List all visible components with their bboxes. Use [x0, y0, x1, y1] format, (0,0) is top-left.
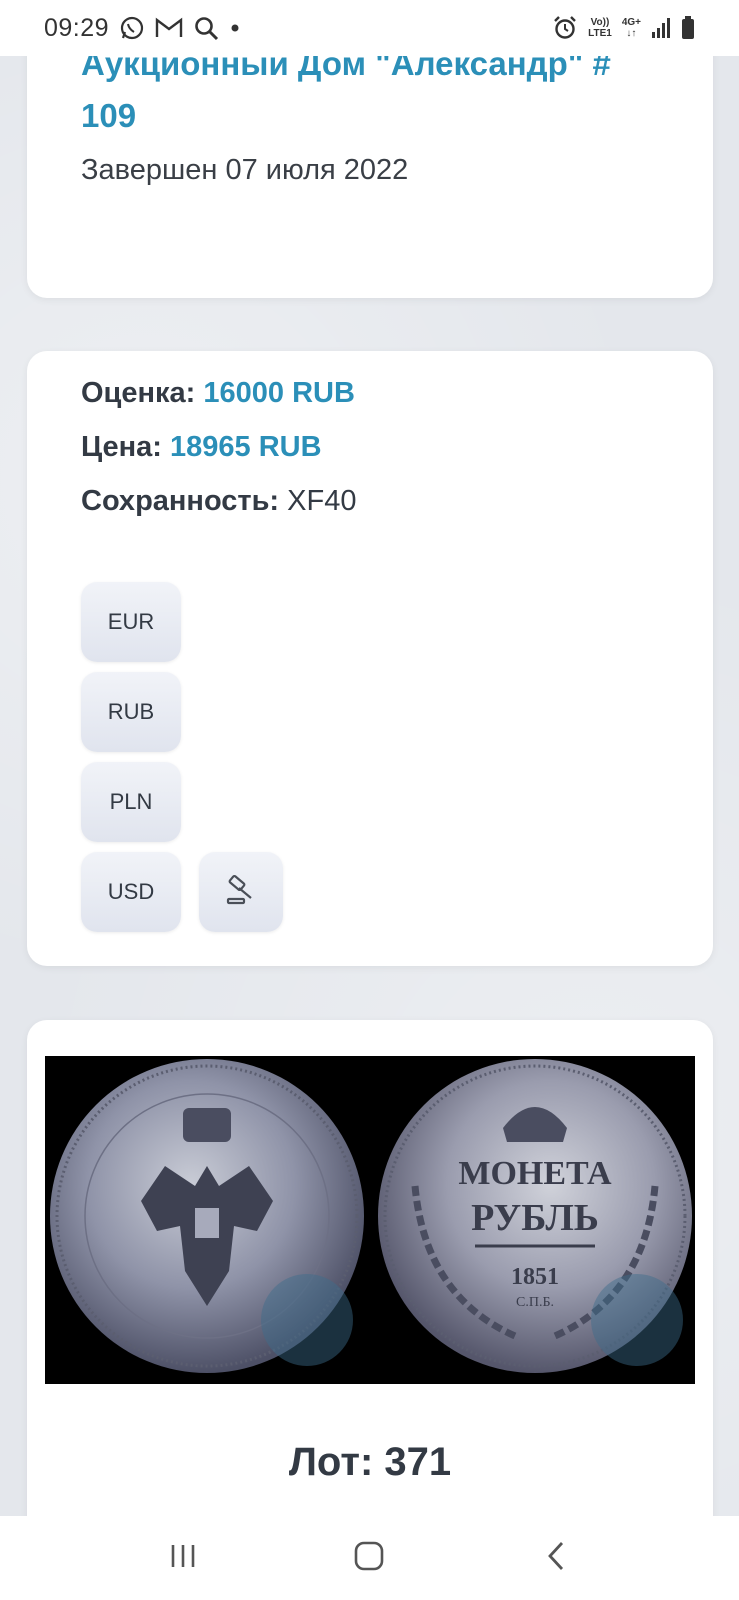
price-value: 18965 RUB: [170, 431, 322, 463]
estimate-value: 16000 RUB: [203, 377, 355, 409]
whatsapp-icon: [119, 15, 145, 41]
estimate-label: Оценка:: [81, 377, 196, 409]
estimate-line: Оценка: 16000 RUB: [81, 377, 355, 410]
dot-icon: [229, 22, 241, 34]
auction-gavel-button[interactable]: [199, 852, 283, 932]
signal-icon: [651, 17, 671, 39]
search-icon: [193, 15, 219, 41]
alarm-icon: [552, 15, 578, 41]
finished-date: Завершен 07 июля 2022: [81, 154, 409, 186]
battery-icon: [681, 16, 695, 40]
price-label: Цена:: [81, 431, 162, 463]
condition-line: Сохранность: XF40: [81, 485, 356, 518]
back-icon: [545, 1540, 567, 1577]
currency-button-rub[interactable]: RUB: [81, 672, 181, 752]
lot-card: МОНЕТА РУБЛЬ 1851 С.П.Б. Лот: 371: [27, 1020, 713, 1580]
network-volte: Vo)) LTE1: [588, 17, 612, 39]
recents-icon: [168, 1542, 198, 1575]
home-icon: [353, 1540, 385, 1577]
currency-button-eur[interactable]: EUR: [81, 582, 181, 662]
reverse-year: 1851: [511, 1264, 559, 1290]
gavel-icon: [224, 873, 258, 912]
recents-button[interactable]: [153, 1528, 213, 1588]
condition-value: XF40: [287, 485, 357, 517]
gmail-icon: [155, 17, 183, 39]
condition-label: Сохранность:: [81, 485, 280, 517]
coin-photo[interactable]: МОНЕТА РУБЛЬ 1851 С.П.Б.: [45, 1056, 695, 1384]
coin-obverse: [50, 1059, 364, 1373]
currency-button-usd[interactable]: USD: [81, 852, 181, 932]
network-type: 4G+ ↓↑: [621, 17, 641, 39]
price-line: Цена: 18965 RUB: [81, 431, 322, 464]
reverse-line1: МОНЕТА: [458, 1155, 612, 1192]
navigation-bar: [0, 1516, 739, 1600]
price-card: Оценка: 16000 RUB Цена: 18965 RUB Сохран…: [27, 351, 713, 966]
currency-button-pln[interactable]: PLN: [81, 762, 181, 842]
reverse-mint: С.П.Б.: [516, 1295, 554, 1310]
coin-reverse: МОНЕТА РУБЛЬ 1851 С.П.Б.: [378, 1059, 692, 1373]
home-button[interactable]: [339, 1528, 399, 1588]
reverse-line2: РУБЛЬ: [471, 1197, 599, 1239]
status-time: 09:29: [44, 13, 110, 42]
lot-number: Лот: 371: [288, 1440, 452, 1484]
status-bar: 09:29 Vo)) LTE1 4G+ ↓↑: [0, 0, 739, 56]
back-button[interactable]: [526, 1528, 586, 1588]
